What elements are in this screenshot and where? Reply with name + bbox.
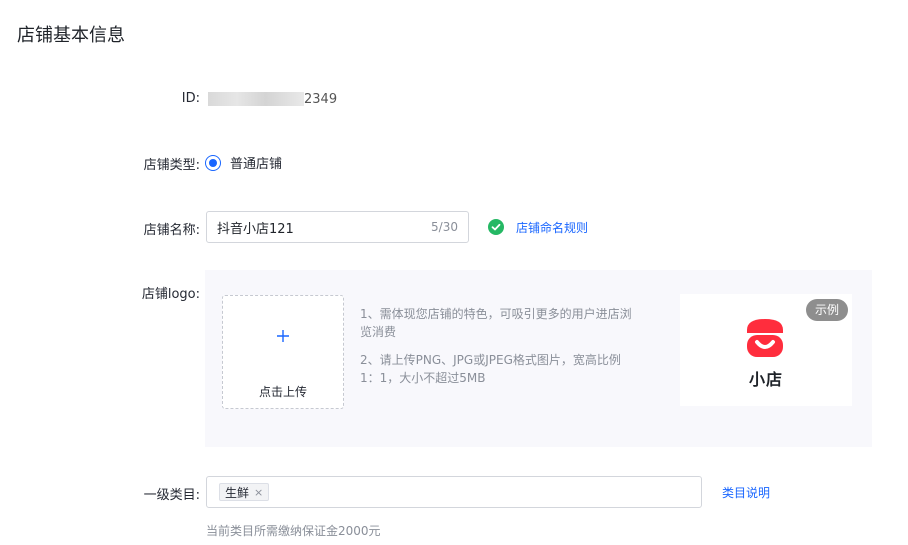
category-info-link[interactable]: 类目说明 xyxy=(722,484,770,501)
category-label-colon: : xyxy=(195,488,200,503)
shop-logo-label: 店铺logo: xyxy=(142,283,200,302)
radio-button[interactable] xyxy=(205,154,221,171)
id-redaction-mask xyxy=(208,92,304,106)
upload-label: 点击上传 xyxy=(258,385,307,399)
check-circle-icon xyxy=(488,219,504,235)
shop-type-option-label: 普通店铺 xyxy=(230,157,283,172)
category-tag: 生鲜 × xyxy=(219,483,270,501)
shop-type-label-colon: : xyxy=(195,158,200,173)
logo-hint-1: 1、需体现您店铺的特色，可吸引更多的用户进店浏览消费 xyxy=(360,307,632,339)
shop-type-radio-standard[interactable]: 普通店铺 xyxy=(205,153,282,172)
shop-name-label: 店铺名称: xyxy=(144,219,200,238)
shop-name-label-colon: : xyxy=(195,223,200,238)
shop-name-char-counter: 5/30 xyxy=(431,220,458,234)
shop-naming-rules-link[interactable]: 店铺命名规则 xyxy=(516,219,588,236)
shop-name-label-text: 店铺名称 xyxy=(143,223,196,238)
close-icon[interactable]: × xyxy=(254,486,263,499)
logo-example-card: 示例 小店 xyxy=(680,294,852,406)
deposit-note: 当前类目所需缴纳保证金2000元 xyxy=(206,524,381,538)
id-label-text: ID xyxy=(181,91,196,106)
shop-type-label: 店铺类型: xyxy=(144,154,200,173)
logo-hint-2: 2、请上传PNG、JPG或JPEG格式图片，宽高比例1：1，大小不超过5MB xyxy=(360,353,621,385)
category-label: 一级类目: xyxy=(144,484,200,503)
category-label-text: 一级类目 xyxy=(143,488,196,503)
page-title: 店铺基本信息 xyxy=(17,25,125,46)
shop-type-label-text: 店铺类型 xyxy=(143,158,196,173)
logo-upload-button[interactable]: 点击上传 xyxy=(222,295,344,409)
id-label-colon: : xyxy=(195,91,200,106)
shop-logo-text: 小店 xyxy=(748,370,783,389)
shop-name-input[interactable]: 抖音小店121 5/30 xyxy=(206,211,469,243)
category-tag-text: 生鲜 xyxy=(225,485,250,500)
category-select[interactable]: 生鲜 × xyxy=(206,476,702,508)
shop-logo-label-colon: : xyxy=(195,287,200,302)
id-label: ID: xyxy=(182,91,200,106)
plus-icon xyxy=(223,326,343,346)
shop-logo-image xyxy=(747,319,783,357)
shop-id-suffix: 2349 xyxy=(304,91,338,107)
logo-upload-panel: 点击上传 1、需体现您店铺的特色，可吸引更多的用户进店浏览消费 2、请上传PNG… xyxy=(205,270,872,447)
example-badge: 示例 xyxy=(805,299,848,321)
shop-id-value: 2349 xyxy=(208,91,337,107)
shop-logo-label-text: 店铺logo xyxy=(141,287,196,302)
shop-name-value[interactable]: 抖音小店121 xyxy=(217,218,431,237)
radio-selected-dot xyxy=(209,158,217,167)
